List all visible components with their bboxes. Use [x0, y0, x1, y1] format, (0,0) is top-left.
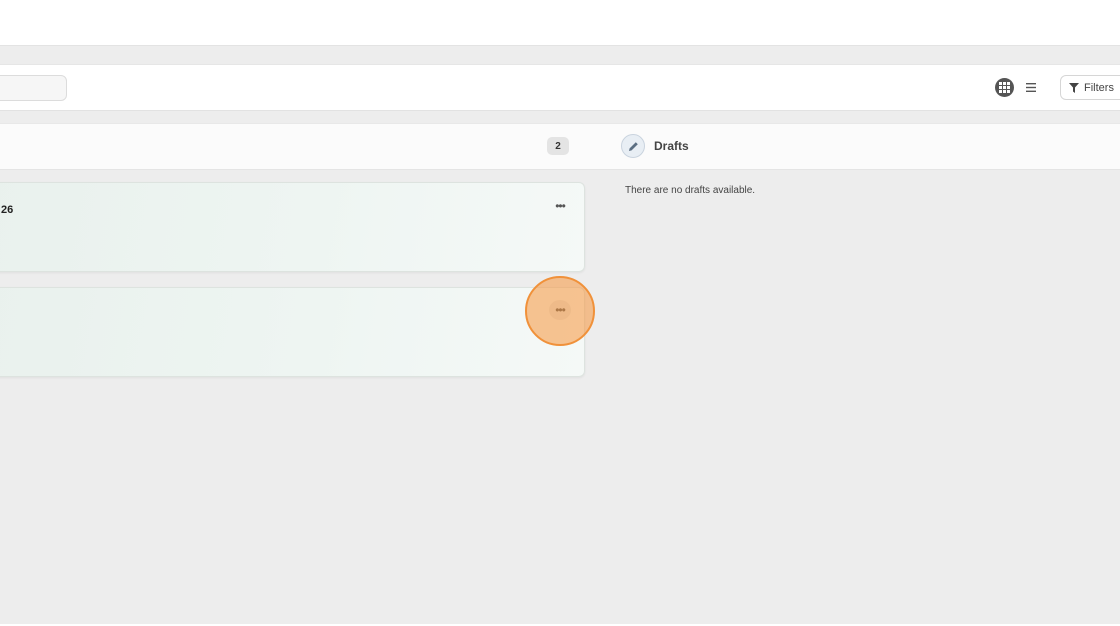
more-options-button[interactable]: •••: [549, 196, 571, 216]
list-view-button[interactable]: [1021, 77, 1041, 97]
more-options-button[interactable]: •••: [549, 300, 571, 320]
funnel-icon: [1069, 82, 1079, 93]
item-count-badge: 2: [547, 137, 569, 155]
toolbar: Filters: [0, 64, 1120, 111]
drafts-column-title: Drafts: [654, 139, 689, 153]
content-card[interactable]: 26 •••: [0, 182, 585, 272]
column-header-row: 2 Drafts: [0, 123, 1120, 170]
pencil-icon: [621, 134, 645, 158]
page: Filters 2 Drafts 26 ••• ••• There are no…: [0, 0, 1120, 626]
content-card[interactable]: •••: [0, 287, 585, 377]
filters-button[interactable]: Filters: [1060, 75, 1120, 100]
search-input[interactable]: [0, 75, 67, 101]
top-bar: [0, 0, 1120, 46]
filters-label: Filters: [1084, 81, 1114, 94]
card-title: 26: [1, 204, 14, 216]
list-icon: [1026, 82, 1036, 92]
drafts-empty-message: There are no drafts available.: [625, 185, 756, 196]
grid-icon: [999, 82, 1010, 93]
grid-view-button[interactable]: [995, 78, 1014, 97]
